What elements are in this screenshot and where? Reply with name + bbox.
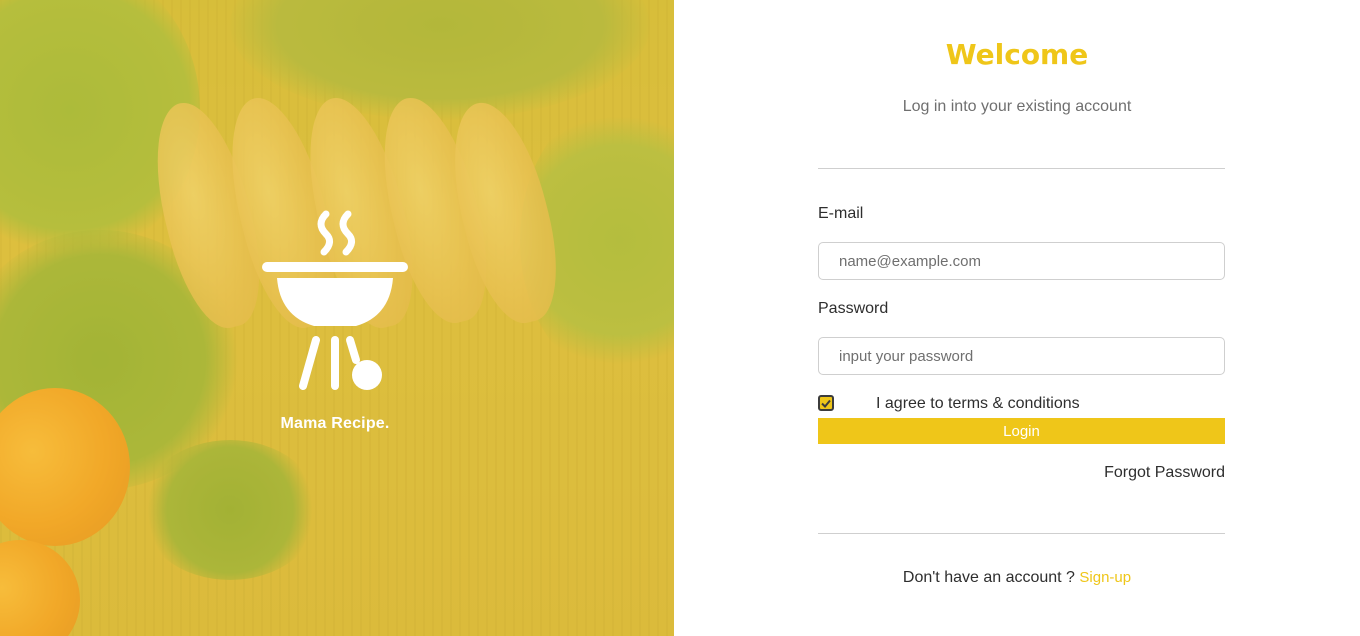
signup-row: Don't have an account ? Sign-up <box>674 569 1360 587</box>
divider-bottom <box>818 533 1225 534</box>
check-icon <box>821 399 831 408</box>
brand-block: Mama Recipe. <box>260 208 410 433</box>
page-subtitle: Log in into your existing account <box>902 98 1132 115</box>
divider-top <box>818 168 1225 169</box>
brand-name: Mama Recipe. <box>280 415 390 432</box>
signup-link[interactable]: Sign-up <box>1079 569 1131 586</box>
forgot-password-link[interactable]: Forgot Password <box>1104 464 1225 482</box>
signup-prompt: Don't have an account ? <box>902 569 1075 586</box>
password-field[interactable] <box>818 337 1225 375</box>
email-field[interactable] <box>818 242 1225 280</box>
login-panel: Welcome Log in into your existing accoun… <box>674 0 1360 636</box>
email-label: E-mail <box>818 205 864 222</box>
hero-panel: Mama Recipe. <box>0 0 674 636</box>
page-title: Welcome <box>945 38 1089 71</box>
login-page: Mama Recipe. Welcome Log in into your ex… <box>0 0 1360 636</box>
grill-icon <box>262 210 408 390</box>
login-button[interactable]: Login <box>818 418 1225 444</box>
terms-label: I agree to terms & conditions <box>876 395 1080 412</box>
terms-checkbox[interactable] <box>818 395 834 411</box>
password-label: Password <box>818 300 889 317</box>
